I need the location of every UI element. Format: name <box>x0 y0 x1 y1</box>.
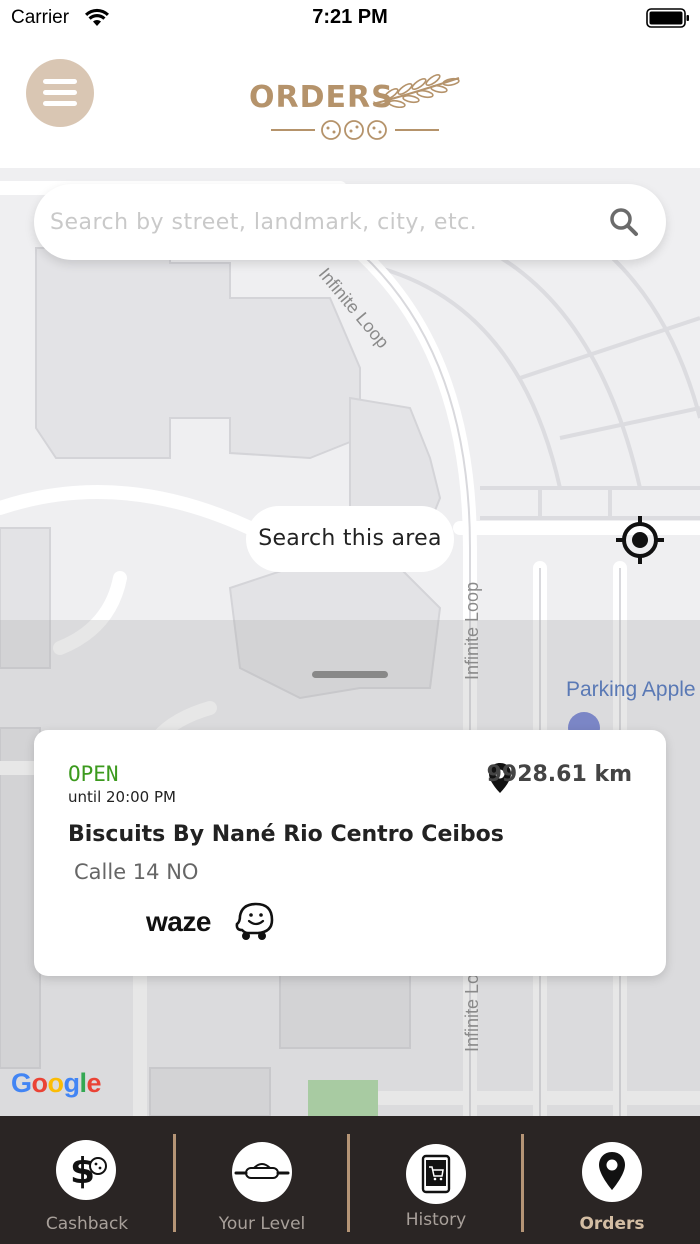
battery-icon <box>646 8 690 32</box>
nav-label-cashback: Cashback <box>45 1214 129 1234</box>
search-bar <box>34 184 666 260</box>
nav-item-history[interactable]: History <box>350 1116 522 1244</box>
search-icon[interactable] <box>608 206 640 238</box>
nav-label-history: History <box>405 1210 467 1230</box>
clock: 7:21 PM <box>312 6 388 28</box>
nav-item-orders[interactable]: Orders <box>524 1116 700 1244</box>
tablet-cart-icon <box>406 1144 466 1204</box>
waze-wordmark: waze <box>146 906 211 937</box>
search-this-area-button[interactable]: Search this area <box>246 506 454 572</box>
store-name: Biscuits By Nané Rio Centro Ceibos <box>68 822 504 847</box>
app-header: ORDERS <box>0 38 700 168</box>
wheat-branch-icon <box>372 73 460 108</box>
sheet-drag-handle[interactable] <box>312 671 388 678</box>
location-pin-icon <box>582 1142 642 1202</box>
store-distance: 9928.61 km <box>486 762 632 787</box>
app-screen: Carrier 7:21 PM ORDERS Infinite Loop Inf… <box>0 0 700 1244</box>
dollar-cookie-icon: $ <box>56 1140 116 1200</box>
store-address: Calle 14 NO <box>74 860 199 884</box>
waze-icon <box>235 902 274 940</box>
poi-parking-label: Parking Apple <box>566 678 696 701</box>
bottom-nav: $ Cashback Your Level History Orders <box>0 1116 700 1244</box>
status-badge: OPEN <box>68 762 119 786</box>
rolling-pin-icon <box>232 1142 292 1202</box>
nav-item-cashback[interactable]: $ Cashback <box>0 1116 174 1244</box>
store-card[interactable]: OPEN until 20:00 PM 9928.61 km Biscuits … <box>34 730 666 976</box>
street-label: Infinite Loop <box>462 581 482 680</box>
hamburger-menu-icon[interactable] <box>26 59 94 127</box>
waze-button[interactable]: waze <box>146 902 276 946</box>
nav-label-orders: Orders <box>579 1214 645 1234</box>
status-bar: Carrier 7:21 PM <box>0 0 700 38</box>
nav-item-your-level[interactable]: Your Level <box>176 1116 348 1244</box>
google-attribution: Google <box>11 1068 102 1098</box>
nav-label-your-level: Your Level <box>218 1214 306 1234</box>
store-hours: until 20:00 PM <box>68 788 176 806</box>
orders-logo: ORDERS <box>245 68 465 148</box>
crosshair-locate-icon[interactable] <box>614 514 666 566</box>
cookies-icon <box>271 120 439 140</box>
search-input[interactable] <box>50 202 590 242</box>
